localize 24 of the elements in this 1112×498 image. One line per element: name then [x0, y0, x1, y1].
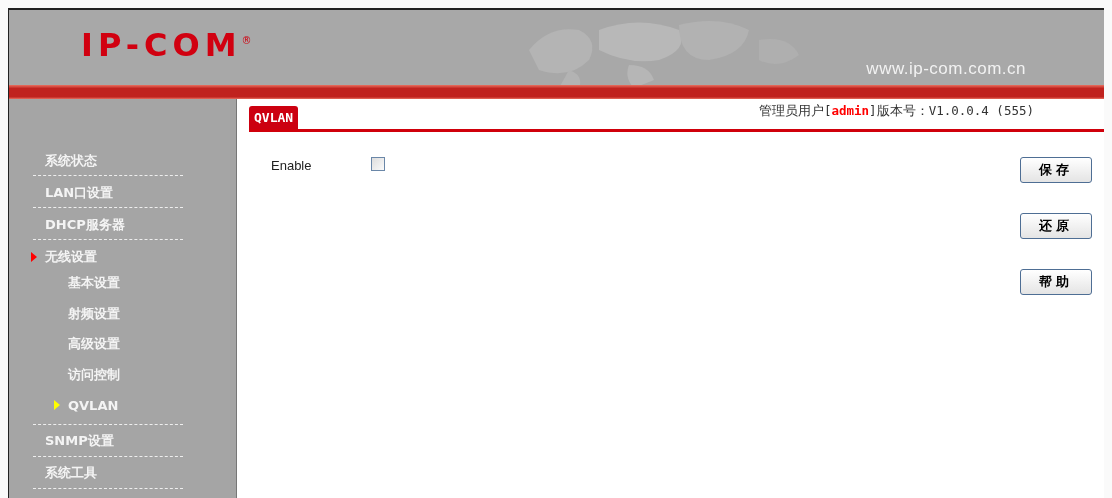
sidebar-subitem[interactable]: 高级设置 — [54, 335, 120, 354]
website-url: www.ip-com.com.cn — [866, 59, 1026, 79]
sidebar-item[interactable]: 无线设置 — [31, 247, 97, 266]
sidebar-subitem[interactable]: 访问控制 — [54, 365, 120, 384]
tab[interactable]: QVLAN — [249, 106, 299, 129]
sidebar-subitem[interactable]: QVLAN — [54, 397, 119, 413]
logo: IP-COM$^{®}$ — [81, 25, 257, 64]
sidebar-subitem[interactable]: 基本设置 — [54, 274, 120, 293]
action-button[interactable]: 保存 — [1020, 157, 1092, 183]
triangle-icon — [54, 400, 60, 411]
action-button[interactable]: 还原 — [1020, 213, 1092, 239]
version-label: ]版本号：V1.0.0.4 (555) — [869, 103, 1034, 118]
sidebar-item[interactable]: SNMP设置 — [31, 432, 114, 450]
checkbox[interactable] — [371, 156, 385, 171]
triangle-icon — [31, 251, 37, 262]
sidebar-subitem[interactable]: 射频设置 — [54, 304, 120, 323]
sidebar-item[interactable]: LAN口设置 — [31, 183, 114, 202]
sidebar-item[interactable]: DHCP服务器 — [31, 215, 125, 234]
user-label: 管理员用户[ — [758, 103, 832, 118]
sidebar-item[interactable]: 系统工具 — [31, 464, 97, 482]
sidebar-item[interactable]: 系统状态 — [31, 151, 97, 170]
username: admin — [831, 103, 870, 118]
field-label: Enable — [271, 158, 313, 173]
action-button[interactable]: 帮助 — [1020, 269, 1092, 295]
